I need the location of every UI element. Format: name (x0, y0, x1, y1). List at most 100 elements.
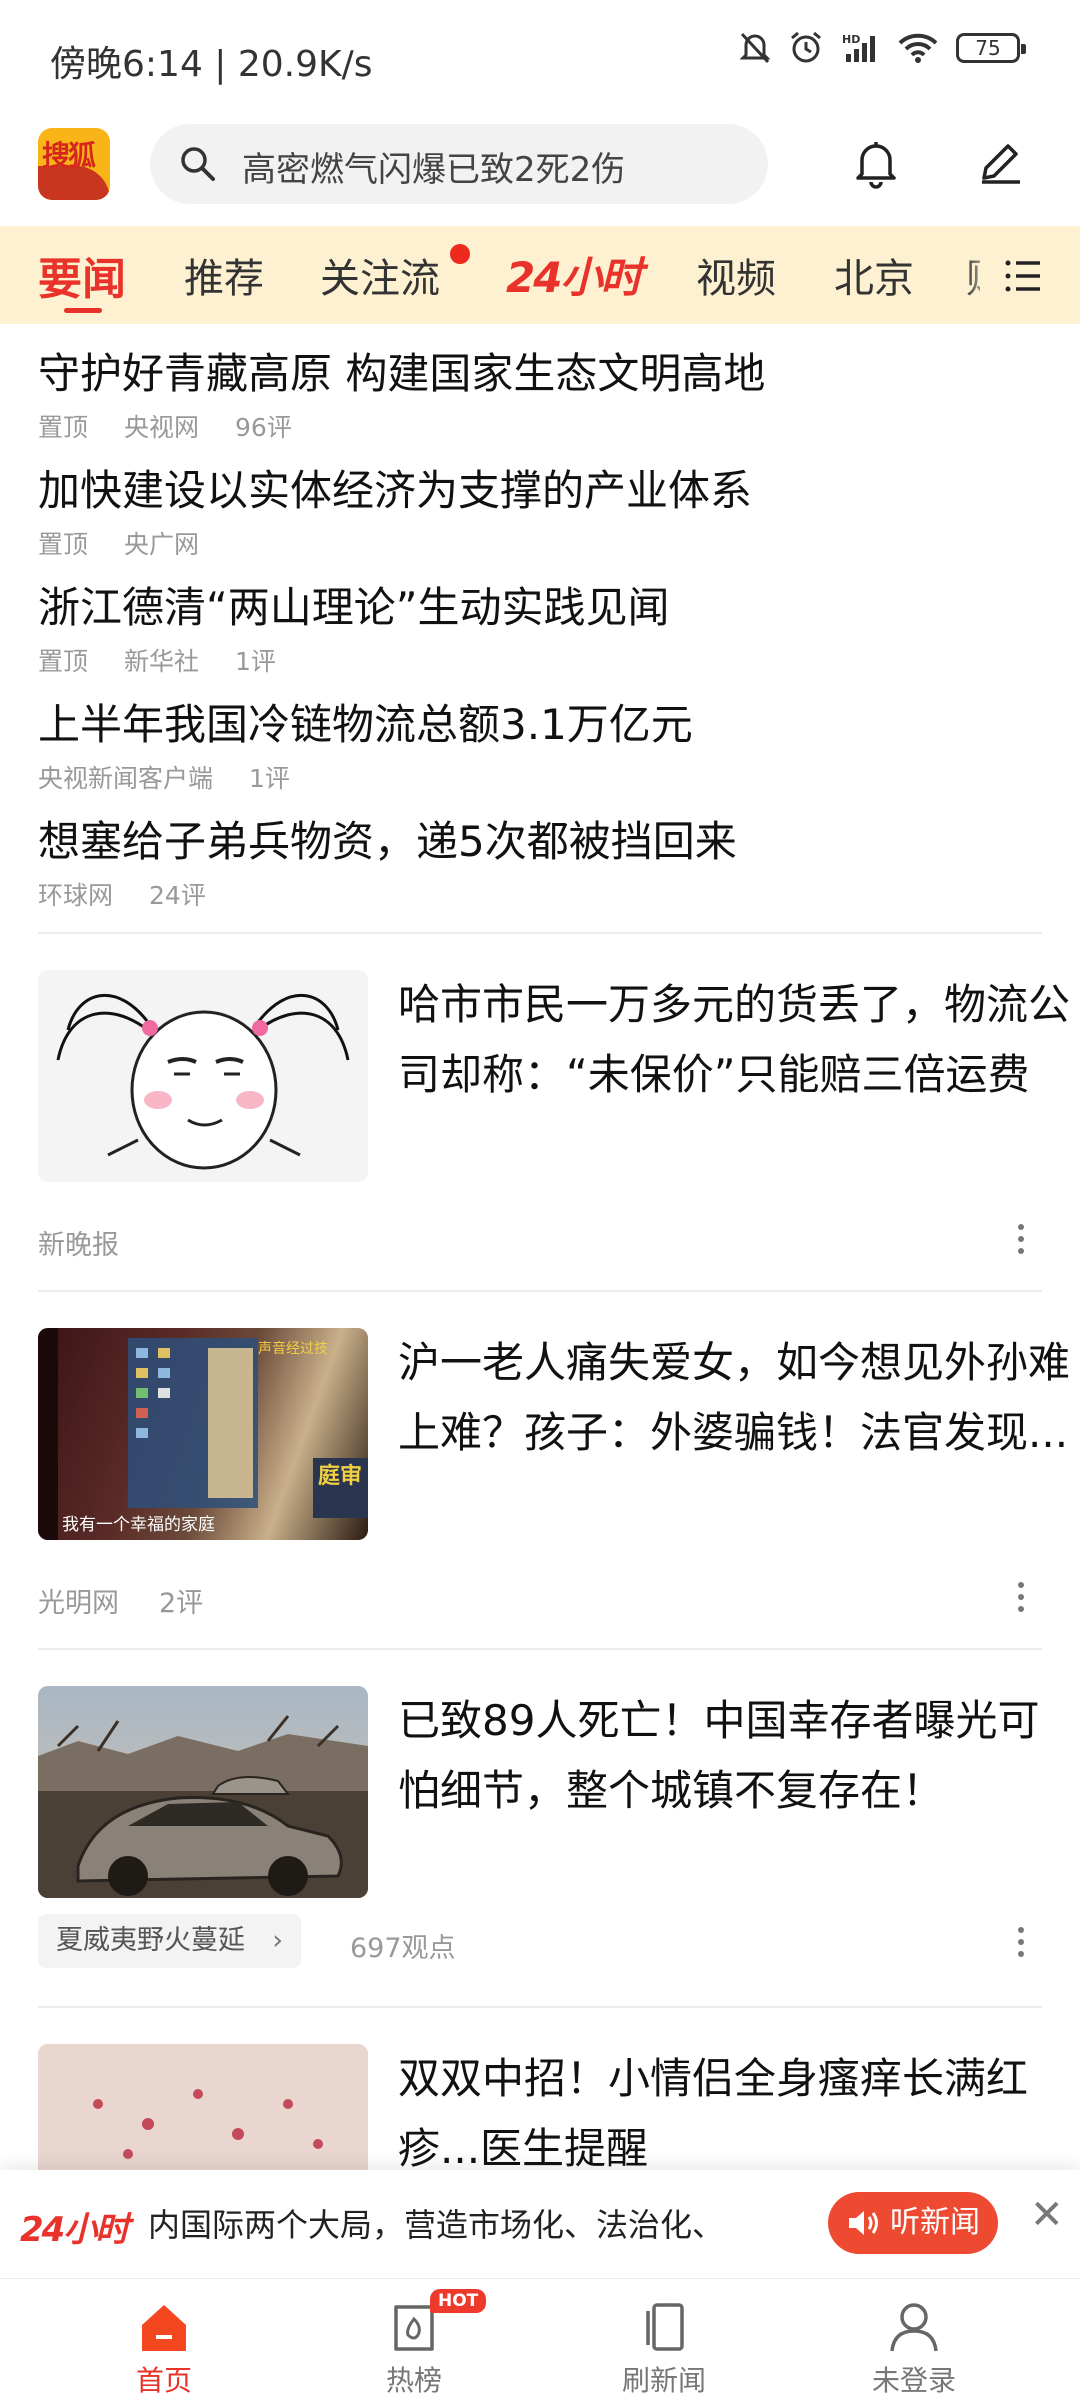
list-item[interactable]: 浙江德清“两山理论”生动实践见闻 置顶 新华社 1评 (38, 574, 1042, 691)
news-meta: 置顶 新华社 1评 (38, 642, 312, 678)
news-card[interactable]: 已致89人死亡！中国幸存者曝光可怕细节，整个城镇不复存在！ 夏威夷野火蔓延 › 6… (38, 1686, 1042, 2006)
nav-swipe-news-label: 刷新闻 (621, 2364, 706, 2397)
comment-count: 1评 (249, 764, 290, 793)
alarm-icon (791, 31, 821, 63)
news-meta: 697观点 (350, 1926, 496, 1965)
news-thumbnail (38, 1686, 368, 1898)
menu-icon[interactable] (1004, 256, 1044, 296)
news-card[interactable]: 哈市市民一万多元的货丢了，物流公司却称：“未保价”只能赔三倍运费 新晚报 (38, 970, 1070, 1270)
edit-icon[interactable] (972, 134, 1028, 190)
pin-tag: 置顶 (38, 413, 89, 442)
view-count: 697观点 (350, 1933, 456, 1964)
burned-cars-image (38, 1715, 368, 1898)
channel-tabs: 要闻 推荐 关注流 24小时 视频 北京 财 (0, 226, 1080, 324)
tab-24hours[interactable]: 24小时 (506, 244, 642, 305)
bell-icon[interactable] (848, 134, 904, 190)
notification-dot (450, 244, 470, 264)
tab-guanzhuliu[interactable]: 关注流 (320, 246, 440, 304)
news-thumbnail: 声音经过技 庭审 我有一个幸福的家庭 (38, 1328, 368, 1540)
news-meta: 光明网 2评 (38, 1581, 243, 1620)
news-meta: 置顶 央广网 (38, 525, 235, 561)
divider (38, 1648, 1042, 1650)
top-news-list: 守护好青藏高原 构建国家生态文明高地 置顶 央视网 96评 加快建设以实体经济为支撑… (38, 340, 1042, 925)
search-input[interactable]: 高密燃气闪爆已致2死2伤 (150, 124, 768, 204)
search-placeholder: 高密燃气闪爆已致2死2伤 (242, 150, 626, 190)
status-icons: HD 75 (740, 30, 1026, 66)
news-title: 沪一老人痛失爱女，如今想见外孙难上难？孩子：外婆骗钱！法官发现... (398, 1338, 1071, 1457)
thumb-caption: 我有一个幸福的家庭 (62, 1515, 215, 1535)
nav-profile-label: 未登录 (871, 2364, 956, 2397)
divider (38, 932, 1042, 934)
news-card[interactable]: 声音经过技 庭审 我有一个幸福的家庭 沪一老人痛失爱女，如今想见外孙难上难？孩子… (38, 1328, 1070, 1628)
news-source: 央广网 (124, 530, 200, 559)
pin-tag: 置顶 (38, 530, 89, 559)
news-meta: 央视新闻客户端 1评 (38, 759, 326, 795)
svg-text:HD: HD (842, 33, 860, 46)
meme-face-image (38, 970, 368, 1182)
tab-fade (965, 226, 995, 324)
news-title: 加快建设以实体经济为支撑的产业体系 (38, 466, 753, 515)
news-card[interactable]: 双双中招！小情侣全身瘙痒长满红疹...医生提醒 (38, 2044, 1042, 2170)
battery-icon: 75 (956, 33, 1026, 63)
mute-bell-icon (740, 32, 770, 64)
more-options-icon[interactable] (1018, 1576, 1026, 1618)
nav-trending-label: 热榜 (385, 2364, 442, 2397)
cards-icon (646, 2303, 684, 2351)
news-title: 上半年我国冷链物流总额3.1万亿元 (38, 700, 693, 749)
sohu-logo[interactable]: 搜狐 (38, 128, 110, 200)
list-item[interactable]: 守护好青藏高原 构建国家生态文明高地 置顶 央视网 96评 (38, 340, 1042, 457)
bottom-nav: 首页 HOT 热榜 刷新闻 未登录 (0, 2278, 1080, 2401)
news-title: 已致89人死亡！中国幸存者曝光可怕细节，整个城镇不复存在！ (398, 1696, 1040, 1815)
news-source: 光明网 (38, 1588, 119, 1619)
news-meta: 置顶 央视网 96评 (38, 408, 328, 444)
list-item[interactable]: 加快建设以实体经济为支撑的产业体系 置顶 央广网 (38, 457, 1042, 574)
listen-news-text: 内国际两个大局，营造市场化、法治化、 (148, 2206, 725, 2244)
divider (38, 2006, 1042, 2008)
active-tab-indicator (64, 308, 102, 313)
topic-tag[interactable]: 夏威夷野火蔓延 › (38, 1914, 301, 1968)
wifi-icon (898, 33, 938, 63)
news-meta: 新晚报 (38, 1223, 159, 1262)
close-icon[interactable]: ✕ (1030, 2192, 1064, 2238)
comment-count: 96评 (235, 413, 292, 442)
video-still-image (38, 1328, 368, 1540)
news-source: 环球网 (38, 881, 114, 910)
tab-yaowen[interactable]: 要闻 (38, 243, 126, 307)
news-thumbnail (38, 970, 368, 1182)
news-title: 双双中招！小情侣全身瘙痒长满红疹...医生提醒 (398, 2054, 1029, 2170)
24hours-logo: 24小时 (20, 2210, 129, 2250)
tab-shipin[interactable]: 视频 (696, 246, 776, 304)
comment-count: 1评 (235, 647, 276, 676)
news-thumbnail (38, 2044, 368, 2170)
hot-badge: HOT (430, 2289, 487, 2313)
news-source: 央视新闻客户端 (38, 764, 214, 793)
comment-count: 24评 (149, 881, 206, 910)
listen-news-bar[interactable]: 24小时 内国际两个大局，营造市场化、法治化、 听新闻 ✕ (0, 2170, 1080, 2278)
status-time: 傍晚6:14 | 20.9K/s (50, 44, 373, 85)
divider (38, 1290, 1042, 1292)
news-source: 新晚报 (38, 1230, 119, 1261)
search-icon (181, 147, 215, 181)
chevron-right-icon: › (272, 1925, 283, 1956)
thumb-overlay: 庭审 (318, 1464, 363, 1489)
news-title: 守护好青藏高原 构建国家生态文明高地 (38, 349, 766, 398)
more-options-icon[interactable] (1018, 1921, 1026, 1963)
speaker-icon (849, 2211, 878, 2235)
skin-rash-image (38, 2044, 368, 2170)
more-options-icon[interactable] (1018, 1218, 1026, 1260)
tab-tuijian[interactable]: 推荐 (184, 246, 264, 304)
news-title: 哈市市民一万多元的货丢了，物流公司却称：“未保价”只能赔三倍运费 (398, 980, 1071, 1099)
topic-tag-label: 夏威夷野火蔓延 (56, 1925, 245, 1956)
home-icon (142, 2305, 186, 2351)
listen-news-button[interactable]: 听新闻 (828, 2192, 998, 2254)
news-title: 想塞给子弟兵物资，递5次都被挡回来 (38, 817, 737, 866)
nav-home-label: 首页 (135, 2364, 192, 2397)
logo-text: 搜狐 (42, 139, 96, 172)
list-item[interactable]: 想塞给子弟兵物资，递5次都被挡回来 环球网 24评 (38, 808, 1042, 925)
comment-count: 2评 (159, 1588, 204, 1619)
thumb-watermark: 声音经过技 (258, 1341, 328, 1357)
status-bar: 傍晚6:14 | 20.9K/s HD 75 (0, 0, 1080, 120)
news-title: 浙江德清“两山理论”生动实践见闻 (38, 583, 670, 632)
tab-beijing[interactable]: 北京 (834, 246, 914, 304)
list-item[interactable]: 上半年我国冷链物流总额3.1万亿元 央视新闻客户端 1评 (38, 691, 1042, 808)
